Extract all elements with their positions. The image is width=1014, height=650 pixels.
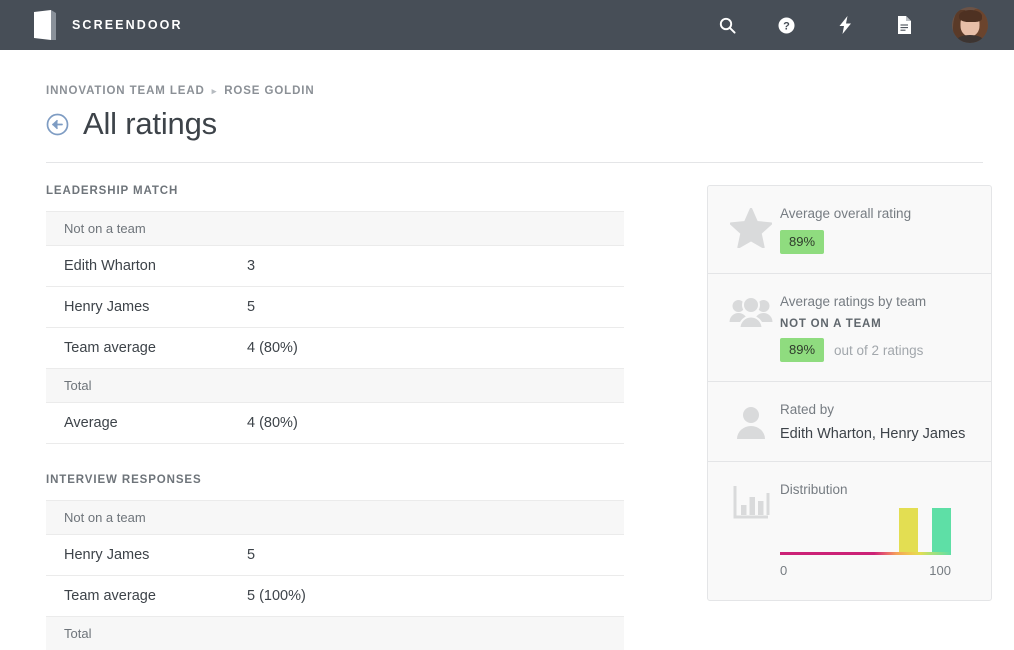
avatar[interactable] <box>952 7 988 43</box>
table-row: Edith Wharton 3 <box>46 245 624 287</box>
summary-row-by-team: Average ratings by team NOT ON A TEAM 89… <box>708 274 991 382</box>
person-icon <box>722 401 780 440</box>
table-spacer <box>46 444 671 474</box>
row-label: Henry James <box>46 534 229 576</box>
search-icon[interactable] <box>716 14 738 36</box>
title-row: All ratings <box>31 106 983 142</box>
lightning-icon[interactable] <box>834 14 856 36</box>
breadcrumb: INNOVATION TEAM LEAD ▸ ROSE GOLDIN <box>31 85 983 97</box>
summary-row-body: Rated by Edith Wharton, Henry James <box>780 401 975 442</box>
summary-panel: Average overall rating 89% Average ratin… <box>707 185 992 601</box>
table-group-row: Not on a team <box>46 500 624 535</box>
rated-by-names: Edith Wharton, Henry James <box>780 426 966 442</box>
summary-row-body: Distribution 0 100 <box>780 481 975 578</box>
table-group-row: Not on a team <box>46 211 624 246</box>
distribution-chart: 0 100 <box>780 506 951 578</box>
page-content: INNOVATION TEAM LEAD ▸ ROSE GOLDIN All r… <box>0 85 1014 650</box>
group-label: Total <box>46 616 624 650</box>
interview-responses-table: Not on a team Henry James 5 Team average… <box>46 500 624 650</box>
distribution-plot-area <box>780 506 951 552</box>
bar-chart-icon <box>722 481 780 522</box>
summary-row-body: Average ratings by team NOT ON A TEAM 89… <box>780 293 975 362</box>
table-row: Average 4 (80%) <box>46 402 624 444</box>
team-name: NOT ON A TEAM <box>780 318 882 330</box>
row-value: 5 (100%) <box>229 575 624 617</box>
team-rating-count: out of 2 ratings <box>834 342 924 358</box>
summary-row-rated-by: Rated by Edith Wharton, Henry James <box>708 382 991 462</box>
row-label: Henry James <box>46 286 229 328</box>
breadcrumb-item-role[interactable]: INNOVATION TEAM LEAD <box>46 85 205 97</box>
group-label: Total <box>46 368 624 403</box>
section-leadership-match: LEADERSHIP MATCH Not on a team Edith Wha… <box>46 185 671 444</box>
table-row: Team average 5 (100%) <box>46 575 624 617</box>
section-label: INTERVIEW RESPONSES <box>46 474 202 486</box>
nav-actions: ? <box>716 7 988 43</box>
row-label: Edith Wharton <box>46 245 229 287</box>
table-group-row: Total <box>46 368 624 403</box>
star-icon <box>722 205 780 248</box>
distribution-label: Distribution <box>780 482 848 497</box>
distribution-axis-labels: 0 100 <box>780 563 951 578</box>
table-row: Henry James 5 <box>46 286 624 328</box>
row-value: 4 (80%) <box>229 402 624 444</box>
table-row: Henry James 5 <box>46 534 624 576</box>
door-icon <box>34 10 56 40</box>
distribution-axis-gradient <box>780 552 951 555</box>
breadcrumb-item-person[interactable]: ROSE GOLDIN <box>224 85 314 97</box>
summary-row-distribution: Distribution 0 100 <box>708 462 991 600</box>
top-navigation-bar: SCREENDOOR ? <box>0 0 1014 50</box>
axis-max-label: 100 <box>929 563 951 578</box>
leadership-match-table: Not on a team Edith Wharton 3 Henry Jame… <box>46 211 624 444</box>
distribution-bar <box>899 508 918 552</box>
table-group-row: Total <box>46 616 624 650</box>
axis-min-label: 0 <box>780 563 788 578</box>
group-label: Not on a team <box>46 211 624 246</box>
content-columns: LEADERSHIP MATCH Not on a team Edith Wha… <box>31 185 992 650</box>
row-label: Average <box>46 402 229 444</box>
summary-row-body: Average overall rating 89% <box>780 205 975 254</box>
section-interview-responses: INTERVIEW RESPONSES Not on a team Henry … <box>46 474 671 650</box>
header-divider <box>46 162 983 163</box>
svg-text:?: ? <box>783 20 790 32</box>
row-label: Team average <box>46 327 229 369</box>
section-label: LEADERSHIP MATCH <box>46 185 179 197</box>
row-value: 4 (80%) <box>229 327 624 369</box>
overall-rating-badge: 89% <box>780 230 825 254</box>
document-icon[interactable] <box>893 14 915 36</box>
page-title: All ratings <box>83 106 217 141</box>
row-value: 5 <box>229 534 624 576</box>
people-group-icon <box>722 293 780 330</box>
row-label: Team average <box>46 575 229 617</box>
brand-name: SCREENDOOR <box>72 18 183 32</box>
chevron-right-icon: ▸ <box>211 85 218 96</box>
back-arrow-circle-icon[interactable] <box>46 113 69 136</box>
summary-row-overall: Average overall rating 89% <box>708 186 991 274</box>
by-team-label: Average ratings by team <box>780 294 927 309</box>
row-value: 5 <box>229 286 624 328</box>
row-value: 3 <box>229 245 624 287</box>
table-row: Team average 4 (80%) <box>46 327 624 369</box>
team-badge-line: 89% out of 2 ratings <box>780 338 975 362</box>
overall-rating-label: Average overall rating <box>780 206 912 221</box>
team-rating-badge: 89% <box>780 338 825 362</box>
rated-by-label: Rated by <box>780 402 835 417</box>
ratings-tables: LEADERSHIP MATCH Not on a team Edith Wha… <box>46 185 671 650</box>
brand-logo[interactable]: SCREENDOOR <box>34 10 183 40</box>
help-icon[interactable]: ? <box>775 14 797 36</box>
distribution-bar <box>932 508 951 552</box>
summary-sidebar: Average overall rating 89% Average ratin… <box>707 185 992 650</box>
group-label: Not on a team <box>46 500 624 535</box>
